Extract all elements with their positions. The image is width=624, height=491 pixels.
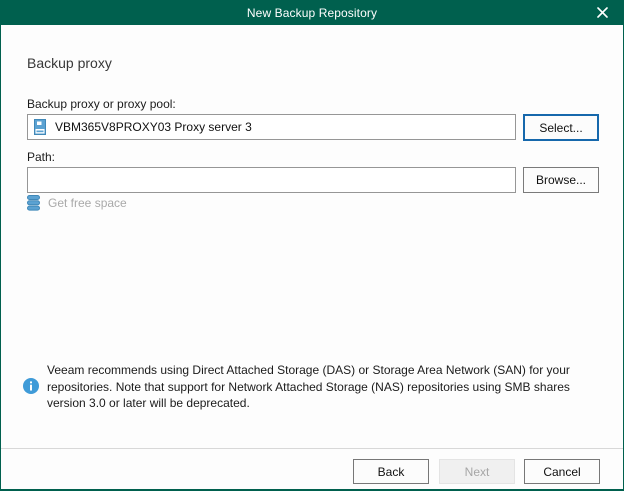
close-icon (597, 7, 608, 18)
get-free-space-label: Get free space (48, 196, 127, 210)
footer-separator (1, 448, 623, 449)
path-field-label: Path: (27, 150, 55, 164)
titlebar: New Backup Repository (0, 0, 624, 25)
get-free-space-link[interactable]: Get free space (27, 194, 127, 212)
window-title: New Backup Repository (247, 6, 377, 20)
path-input[interactable] (27, 167, 516, 193)
page-title: Backup proxy (27, 55, 112, 71)
cancel-button[interactable]: Cancel (524, 459, 600, 484)
browse-button[interactable]: Browse... (523, 167, 599, 193)
select-button[interactable]: Select... (523, 114, 599, 141)
proxy-server-icon (34, 119, 46, 135)
close-button[interactable] (580, 0, 624, 25)
next-button[interactable]: Next (439, 459, 515, 484)
proxy-field-label: Backup proxy or proxy pool: (27, 97, 176, 111)
proxy-field[interactable]: VBM365V8PROXY03 Proxy server 3 (27, 114, 516, 140)
new-backup-repository-dialog: New Backup Repository Backup proxy Backu… (0, 0, 624, 491)
info-icon (23, 378, 39, 394)
back-button[interactable]: Back (353, 459, 429, 484)
database-icon (27, 195, 40, 211)
info-note-text: Veeam recommends using Direct Attached S… (47, 362, 594, 412)
proxy-field-value: VBM365V8PROXY03 Proxy server 3 (55, 120, 252, 134)
